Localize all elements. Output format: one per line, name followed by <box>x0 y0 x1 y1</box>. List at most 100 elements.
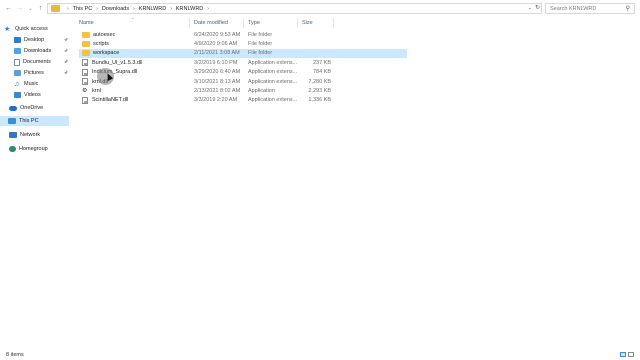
file-date: 3/10/2021 8:13 AM <box>194 78 241 85</box>
file-date: 3/3/2019 2:20 AM <box>194 97 238 104</box>
file-row[interactable]: Bundiu_Ul_v1.5.3.dll 3/2/2019 6:10 PM Ap… <box>79 58 407 67</box>
nav-item-label: Downloads <box>24 48 52 54</box>
star-icon: ★ <box>4 25 11 33</box>
breadcrumb-krnlwrd-current[interactable]: KRNLWRD <box>176 6 203 12</box>
file-row[interactable]: workspace 2/11/2021 3:08 AM File folder <box>79 48 407 59</box>
status-bar: 8 items <box>0 350 640 360</box>
column-header-type[interactable]: Type <box>244 18 298 28</box>
column-header-label: Date modified <box>194 20 228 26</box>
dll-file-icon <box>82 59 88 67</box>
folder-icon <box>82 50 90 57</box>
file-name: ScintillaNET.dll <box>92 97 129 104</box>
documents-icon <box>14 58 20 66</box>
file-type: Application extens... <box>248 97 298 104</box>
forward-arrow-icon[interactable]: → <box>14 3 25 14</box>
nav-item-label: Videos <box>24 92 41 98</box>
file-date: 4/9/2020 9:06 AM <box>194 41 238 48</box>
application-icon: ⚙ <box>82 88 88 95</box>
file-name: Bundiu_Ul_v1.5.3.dll <box>92 59 143 66</box>
nav-item-documents[interactable]: Documents 🖈 <box>14 57 70 67</box>
details-view-icon[interactable] <box>620 352 626 357</box>
file-size: 784 KB <box>312 69 331 76</box>
nav-quick-access[interactable]: ★ Quick access <box>4 24 48 34</box>
file-row[interactable]: scripts 4/9/2020 9:06 AM File folder <box>79 39 407 48</box>
file-type: File folder <box>248 41 273 48</box>
pin-icon: 🖈 <box>63 48 68 53</box>
breadcrumb-this-pc[interactable]: This PC <box>73 6 93 12</box>
onedrive-icon <box>9 105 17 111</box>
refresh-icon[interactable]: ↻ <box>535 4 540 11</box>
view-toggle <box>620 352 634 357</box>
dll-file-icon <box>82 68 88 76</box>
nav-item-videos[interactable]: Videos <box>14 90 41 100</box>
file-type: Application extens... <box>248 59 298 66</box>
file-list: Name ⌃ Date modified Type Size autoexec … <box>75 17 640 350</box>
nav-item-label: OneDrive <box>20 105 44 111</box>
dll-file-icon <box>82 96 88 104</box>
navigation-pane: ★ Quick access Desktop 🖈 Downloads 🖈 Doc… <box>0 20 70 350</box>
file-date: 3/2/2019 6:10 PM <box>194 59 238 66</box>
file-row[interactable]: autoexec 6/24/2020 9:53 AM File folder <box>79 30 407 39</box>
nav-item-network[interactable]: Network <box>9 130 40 140</box>
breadcrumb-krnlwrd-parent[interactable]: KRNLWRD <box>139 6 166 12</box>
homegroup-icon <box>9 146 16 152</box>
column-header-name[interactable]: Name ⌃ <box>75 17 190 28</box>
desktop-icon <box>14 37 21 43</box>
up-arrow-icon[interactable]: ↑ <box>35 3 46 14</box>
file-type: Application extens... <box>248 78 298 85</box>
nav-item-label: Quick access <box>15 26 48 32</box>
address-bar[interactable]: › This PC › Downloads › KRNLWRD › KRNLWR… <box>47 3 542 14</box>
large-icons-view-icon[interactable] <box>628 352 634 357</box>
file-date: 6/24/2020 9:53 AM <box>194 31 241 38</box>
file-size: 2,293 KB <box>308 88 331 95</box>
nav-item-label: Documents <box>23 59 51 65</box>
nav-item-pictures[interactable]: Pictures 🖈 <box>14 68 70 78</box>
breadcrumb-separator-icon: › <box>96 5 98 12</box>
column-header-label: Size <box>302 20 313 26</box>
file-type: File folder <box>248 50 273 57</box>
breadcrumb-separator-icon: › <box>67 5 69 12</box>
nav-item-downloads[interactable]: Downloads 🖈 <box>14 46 70 56</box>
nav-item-label: Music <box>24 81 39 87</box>
search-icon: ⚲ <box>625 6 630 12</box>
file-name: autoexec <box>93 31 116 38</box>
file-row[interactable]: Indicium_Supra.dll 3/29/2020 6:40 AM App… <box>79 68 407 77</box>
pictures-icon <box>14 70 21 76</box>
column-header-size[interactable]: Size <box>298 18 334 28</box>
sort-ascending-icon: ⌃ <box>131 17 135 22</box>
downloads-icon <box>14 48 21 54</box>
file-row[interactable]: krnl.dll 3/10/2021 8:13 AM Application e… <box>79 77 407 86</box>
nav-item-this-pc[interactable]: This PC <box>0 116 69 126</box>
nav-item-label: This PC <box>19 118 39 124</box>
file-size: 7,280 KB <box>308 78 331 85</box>
file-size: 1,336 KB <box>308 97 331 104</box>
folder-icon <box>51 5 60 12</box>
column-header-label: Type <box>248 20 260 26</box>
file-type: File folder <box>248 31 273 38</box>
pin-icon: 🖈 <box>63 37 68 42</box>
breadcrumb-separator-icon: › <box>133 5 135 12</box>
file-row[interactable]: ⚙ krnl 2/13/2021 8:02 AM Application 2,29… <box>79 86 407 95</box>
nav-item-onedrive[interactable]: OneDrive <box>9 103 43 113</box>
file-name: krnl <box>92 88 101 95</box>
file-date: 2/11/2021 3:08 AM <box>194 50 240 57</box>
item-count: 8 items <box>6 352 24 358</box>
breadcrumb-downloads[interactable]: Downloads <box>102 6 129 12</box>
nav-item-desktop[interactable]: Desktop 🖈 <box>14 35 70 45</box>
file-name: workspace <box>93 50 120 57</box>
search-placeholder: Search KRNLWRD <box>550 5 597 12</box>
pin-icon: 🖈 <box>63 59 68 64</box>
breadcrumb-separator-icon: › <box>170 5 172 12</box>
nav-item-homegroup[interactable]: Homegroup <box>9 144 48 154</box>
file-size: 237 KB <box>312 59 331 66</box>
column-header-label: Name <box>79 20 94 26</box>
column-header-date[interactable]: Date modified <box>190 18 244 28</box>
back-arrow-icon[interactable]: ← <box>3 3 14 14</box>
pin-icon: 🖈 <box>63 70 68 75</box>
search-input[interactable]: Search KRNLWRD ⚲ <box>545 3 635 14</box>
file-date: 2/13/2021 8:02 AM <box>194 88 241 95</box>
network-icon <box>9 132 17 138</box>
file-row[interactable]: ScintillaNET.dll 3/3/2019 2:20 AM Applic… <box>79 96 407 105</box>
address-dropdown-icon[interactable]: ⌄ <box>528 5 532 11</box>
nav-item-music[interactable]: ♫ Music <box>14 79 38 89</box>
